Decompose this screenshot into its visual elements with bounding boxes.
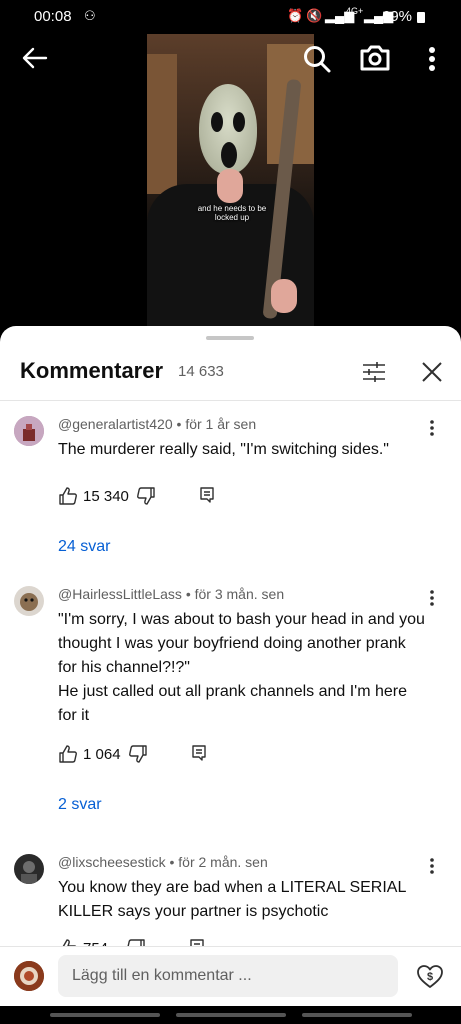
header-divider xyxy=(0,400,461,401)
thumbs-up-icon xyxy=(59,487,77,505)
nav-home[interactable] xyxy=(176,1013,286,1017)
arrow-back-icon xyxy=(22,47,48,69)
video-frame[interactable]: and he needs to be locked up xyxy=(147,34,314,334)
like-count: 15 340 xyxy=(83,488,129,505)
dislike-button[interactable] xyxy=(128,744,148,764)
comment-text: "I'm sorry, I was about to bash your hea… xyxy=(58,611,425,724)
reply-button[interactable] xyxy=(190,744,208,762)
view-replies-link[interactable]: 24 svar xyxy=(58,538,110,556)
meta-separator: • xyxy=(169,854,179,870)
thumbs-down-icon xyxy=(137,487,155,505)
avatar-image xyxy=(14,961,44,991)
drag-handle[interactable] xyxy=(206,336,254,340)
svg-text:$: $ xyxy=(427,971,433,983)
notification-icon: ⚇ xyxy=(84,8,96,23)
avatar[interactable] xyxy=(14,416,44,446)
avatar[interactable] xyxy=(14,586,44,616)
alarm-icon: ⏰ xyxy=(287,8,304,23)
battery-percent: 69% xyxy=(382,8,413,25)
avatar-image xyxy=(14,416,44,446)
network-type: 4G+ xyxy=(346,6,364,16)
tune-icon xyxy=(363,362,385,382)
status-time: 00:08 xyxy=(34,8,72,25)
dislike-button[interactable] xyxy=(136,486,156,506)
nav-back[interactable] xyxy=(302,1013,412,1017)
like-button[interactable] xyxy=(58,744,78,764)
video-caption: and he needs to be locked up xyxy=(197,204,267,222)
sort-filter-button[interactable] xyxy=(360,358,388,386)
comment-reply-icon xyxy=(200,487,214,503)
status-bar: 00:08 ⚇ ⏰ 🔇 ▂▄▆ 4G+ ▂▄▆ 69% xyxy=(0,0,461,34)
mask-eye xyxy=(211,112,223,132)
heart-dollar-icon: $ xyxy=(417,965,443,988)
comment-author[interactable]: @generalartist420 xyxy=(58,416,173,432)
reply-button[interactable] xyxy=(198,486,216,504)
comment-reply-icon xyxy=(192,745,206,761)
hand xyxy=(217,169,243,203)
thumbs-up-icon xyxy=(59,745,77,763)
avatar[interactable] xyxy=(14,854,44,884)
search-button[interactable] xyxy=(302,44,332,74)
meta-separator: • xyxy=(185,586,195,602)
comment-meta: @lixscheesestick • för 2 mån. sen xyxy=(58,854,268,870)
avatar-image xyxy=(14,586,44,616)
mask-mouth xyxy=(221,142,237,168)
avatar xyxy=(14,961,44,991)
comment-time: för 2 mån. sen xyxy=(178,854,268,870)
mute-icon: 🔇 xyxy=(306,8,323,23)
video-player[interactable]: and he needs to be locked up xyxy=(0,34,461,334)
nav-recents[interactable] xyxy=(50,1013,160,1017)
comment-count: 14 633 xyxy=(178,363,224,380)
close-button[interactable] xyxy=(418,358,446,386)
more-vert-icon xyxy=(430,420,434,436)
comment-time: för 3 mån. sen xyxy=(194,586,285,602)
comment-menu-button[interactable] xyxy=(420,586,444,610)
comment-time: för 1 år sen xyxy=(185,416,257,432)
more-vert-icon xyxy=(430,590,434,606)
comment-actions: 1 064 xyxy=(58,744,258,768)
back-button[interactable] xyxy=(20,44,50,72)
comments-header: Kommentarer 14 633 xyxy=(0,350,461,400)
battery-icon xyxy=(417,12,425,23)
meta-separator: • xyxy=(176,416,186,432)
comments-title: Kommentarer xyxy=(20,358,164,383)
comments-sheet: Kommentarer 14 633 @generalartist420 • f… xyxy=(0,326,461,1024)
comment-actions: 15 340 xyxy=(58,486,258,510)
comment-meta: @HairlessLittleLass • för 3 mån. sen xyxy=(58,586,284,602)
more-options-button[interactable] xyxy=(420,44,444,74)
thumbs-down-icon xyxy=(129,745,147,763)
more-vert-icon xyxy=(429,47,435,71)
comment-author[interactable]: @HairlessLittleLass xyxy=(58,586,182,602)
background-shelf xyxy=(147,54,177,194)
add-comment-bar: Lägg till en kommentar ... $ xyxy=(0,946,461,1007)
close-icon xyxy=(422,362,442,382)
more-vert-icon xyxy=(430,858,434,874)
camera-icon xyxy=(360,45,390,71)
like-count: 1 064 xyxy=(83,746,121,763)
comment-author[interactable]: @lixscheesestick xyxy=(58,854,166,870)
view-replies-link[interactable]: 2 svar xyxy=(58,796,102,814)
super-thanks-button[interactable]: $ xyxy=(416,963,444,991)
system-navigation-bar xyxy=(0,1006,461,1024)
comment-menu-button[interactable] xyxy=(420,854,444,878)
search-icon xyxy=(304,46,331,73)
avatar-image xyxy=(14,854,44,884)
comment-menu-button[interactable] xyxy=(420,416,444,440)
comment-meta: @generalartist420 • för 1 år sen xyxy=(58,416,256,432)
camera-button[interactable] xyxy=(358,42,392,74)
comment-input[interactable]: Lägg till en kommentar ... xyxy=(58,955,398,997)
like-button[interactable] xyxy=(58,486,78,506)
comment-text: You know they are bad when a LITERAL SER… xyxy=(58,879,406,920)
mask-eye xyxy=(233,112,245,132)
comment-text: The murderer really said, "I'm switching… xyxy=(58,441,389,458)
ghostface-mask xyxy=(199,84,257,174)
hand xyxy=(271,279,297,313)
